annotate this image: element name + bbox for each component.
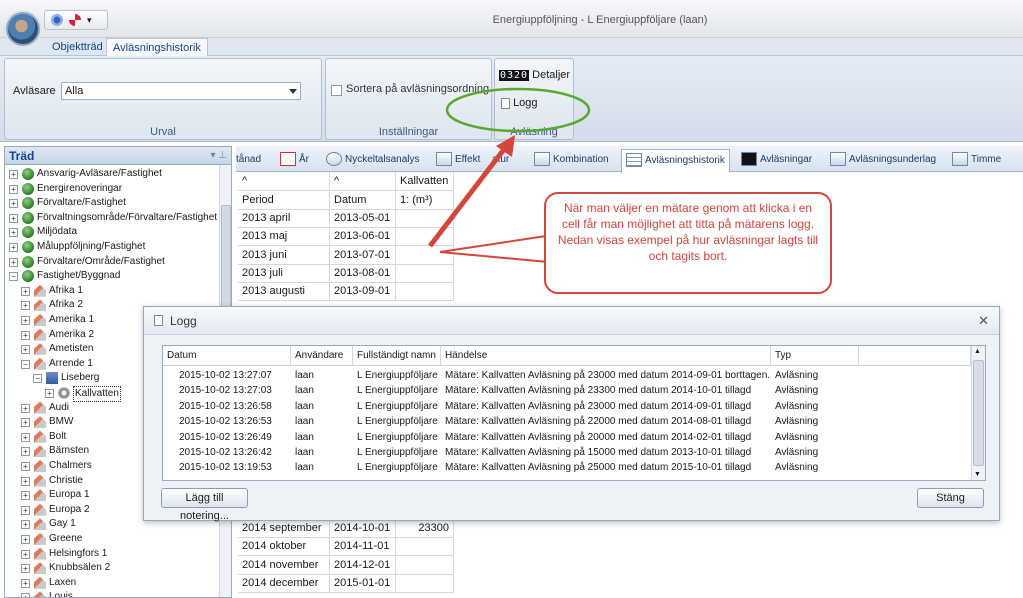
log-cell-anvandare: laan (295, 370, 314, 381)
log-cell-handelse: Mätare: Kallvatten Avläsning på 23000 me… (445, 370, 771, 381)
highlight-ellipse (445, 87, 591, 133)
log-cell-typ: Avläsning (775, 370, 819, 381)
annotation-arrow-shaft (428, 146, 507, 248)
log-cell-anvandare: laan (295, 400, 314, 412)
log-dialog: Logg ✕ Datum Användare Fullständigt namn… (143, 306, 1000, 522)
log-scroll-thumb[interactable] (973, 360, 984, 466)
log-cell-datum: 2015-10-02 13:19:53 (179, 462, 272, 474)
log-cell-namn: L Energiuppföljare (357, 385, 438, 397)
log-cell-typ: Avläsning (775, 447, 819, 458)
log-cell-namn: L Energiuppföljare (357, 447, 438, 458)
log-cell-namn: L Energiuppföljare (357, 400, 438, 412)
log-header-handelse[interactable]: Händelse (441, 346, 771, 366)
log-header-datum[interactable]: Datum (163, 346, 291, 366)
log-cell-typ: Avläsning (775, 416, 819, 428)
log-cell-handelse: Mätare: Kallvatten Avläsning på 22000 me… (445, 416, 752, 428)
log-table: Datum Användare Fullständigt namn Händel… (162, 345, 986, 481)
log-cell-anvandare: laan (295, 462, 314, 474)
log-dialog-title: Logg (170, 314, 197, 328)
add-note-button[interactable]: Lägg till notering... (161, 488, 248, 522)
log-cell-typ: Avläsning (775, 385, 819, 397)
log-cell-handelse: Mätare: Kallvatten Avläsning på 25000 me… (445, 462, 752, 474)
log-cell-namn: L Energiuppföljare (357, 416, 438, 428)
log-cell-datum: 2015-10-02 13:27:07 (179, 370, 272, 381)
log-row[interactable]: 2015-10-02 13:27:07 laan L Energiuppföljar… (163, 368, 969, 383)
log-cell-namn: L Energiuppföljare (357, 462, 438, 474)
log-scrollbar[interactable]: ▲ ▼ (971, 346, 985, 480)
log-cell-anvandare: laan (295, 431, 314, 443)
close-button[interactable]: Stäng (917, 488, 984, 508)
log-row[interactable]: 2015-10-02 13:19:53 laan L Energiuppföljar… (163, 460, 969, 475)
log-cell-handelse: Mätare: Kallvatten Avläsning på 23300 me… (445, 385, 752, 397)
log-row[interactable]: 2015-10-02 13:27:03 laan L Energiuppföljar… (163, 383, 969, 398)
log-cell-typ: Avläsning (775, 400, 819, 412)
log-cell-namn: L Energiuppföljare (357, 370, 438, 381)
log-row[interactable]: 2015-10-02 13:26:53 laan L Energiuppföljar… (163, 414, 969, 429)
scroll-up-icon[interactable]: ▲ (974, 348, 981, 355)
log-cell-handelse: Mätare: Kallvatten Avläsning på 15000 me… (445, 447, 752, 458)
callout-tail (439, 234, 550, 264)
log-cell-typ: Avläsning (775, 462, 819, 474)
log-cell-anvandare: laan (295, 416, 314, 428)
scroll-down-icon[interactable]: ▼ (974, 471, 981, 478)
log-header-typ[interactable]: Typ (771, 346, 859, 366)
log-header-anvandare[interactable]: Användare (291, 346, 353, 366)
log-cell-datum: 2015-10-02 13:26:53 (179, 416, 272, 428)
log-cell-namn: L Energiuppföljare (357, 431, 438, 443)
log-cell-handelse: Mätare: Kallvatten Avläsning på 23000 me… (445, 400, 752, 412)
log-row[interactable]: 2015-10-02 13:26:49 laan L Energiuppföljar… (163, 430, 969, 445)
log-row[interactable]: 2015-10-02 13:26:42 laan L Energiuppföljar… (163, 445, 969, 460)
log-cell-datum: 2015-10-02 13:26:42 (179, 447, 272, 458)
log-cell-datum: 2015-10-02 13:26:49 (179, 431, 272, 443)
application-menu-button[interactable] (6, 12, 40, 46)
log-cell-handelse: Mätare: Kallvatten Avläsning på 20000 me… (445, 431, 752, 443)
log-row[interactable]: 2015-10-02 13:26:58 laan L Energiuppföljar… (163, 399, 969, 414)
log-cell-anvandare: laan (295, 385, 314, 397)
log-cell-datum: 2015-10-02 13:26:58 (179, 400, 272, 412)
log-cell-datum: 2015-10-02 13:27:03 (179, 385, 272, 397)
close-icon[interactable]: ✕ (978, 307, 989, 335)
log-header-empty (859, 346, 971, 366)
log-dialog-titlebar: Logg ✕ (144, 307, 999, 335)
document-icon (154, 315, 163, 326)
log-cell-typ: Avläsning (775, 431, 819, 443)
annotation-callout: När man väljer en mätare genom att klick… (544, 192, 832, 294)
log-header-namn[interactable]: Fullständigt namn (353, 346, 441, 366)
log-cell-anvandare: laan (295, 447, 314, 458)
